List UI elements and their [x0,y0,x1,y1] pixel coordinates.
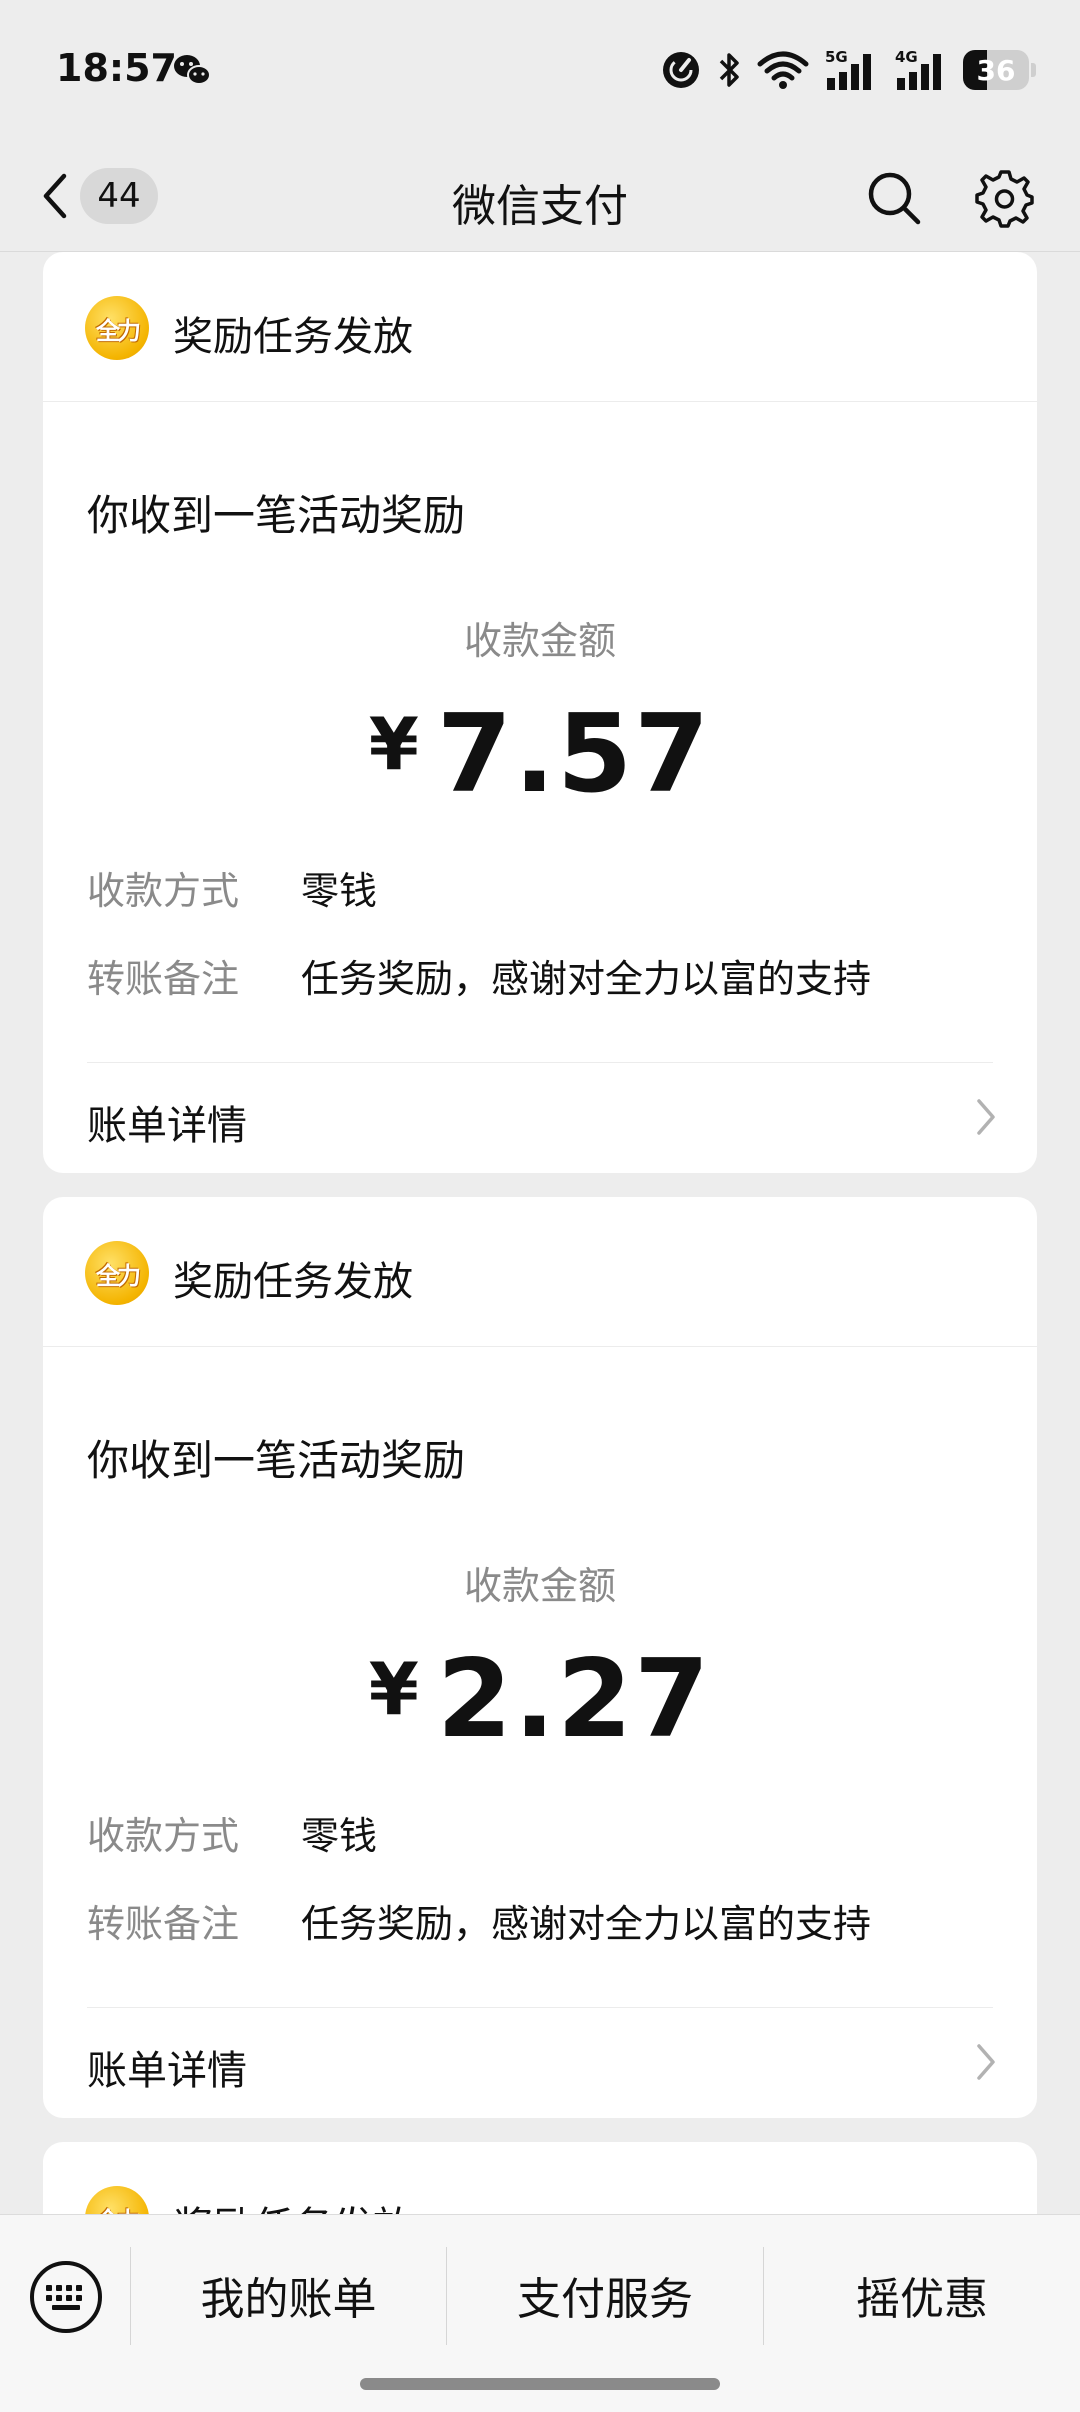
amount-label: 收款金额 [463,1564,616,1608]
signal-4g-label: 4G [895,48,918,66]
info-row-method: 收款方式 零钱 [87,860,993,916]
card-headline: 你收到一笔活动奖励 [87,491,466,540]
amount-number: 7.57 [436,692,712,817]
menu-shake-deals[interactable]: 摇优惠 [764,2245,1080,2345]
info-value: 任务奖励，感谢对全力以富的支持 [301,1902,872,1946]
bill-details-link[interactable]: 账单详情 [43,1063,1037,1173]
card-header: 全力 奖励任务发放 [43,252,1037,402]
payment-card: 全力 奖励任务发放 你收到一笔活动奖励 收款金额 ¥2.27 收款方式 零钱 转… [43,1197,1037,2118]
battery-icon: 36 [963,50,1029,90]
menu-payment-services[interactable]: 支付服务 [447,2245,763,2345]
payment-card: 全力 奖励任务发放 [43,2142,1037,2214]
card-header: 全力 奖励任务发放 [43,1197,1037,1347]
bill-details-label: 账单详情 [87,2048,247,2094]
card-header: 全力 奖励任务发放 [43,2142,1037,2214]
reward-logo-icon: 全力 [85,2186,149,2214]
card-headline: 你收到一笔活动奖励 [87,1436,466,1485]
bluetooth-icon [719,53,739,87]
chevron-right-icon [977,1099,995,1135]
card-source-name: 奖励任务发放 [173,1259,413,1305]
info-row-method: 收款方式 零钱 [87,1805,993,1861]
info-value: 零钱 [301,869,378,913]
signal-5g-icon: 5G [825,48,871,90]
info-value: 任务奖励，感谢对全力以富的支持 [301,957,872,1001]
reward-logo-icon: 全力 [85,296,149,360]
status-bar: 18:57 5G 4G 36 [0,0,1080,140]
battery-level: 36 [976,53,1016,87]
wechat-icon [174,55,211,85]
info-key: 收款方式 [87,869,240,913]
currency-symbol: ¥ [368,1647,421,1731]
signal-5g-label: 5G [825,48,848,66]
status-time: 18:57 [56,46,177,90]
home-indicator[interactable] [360,2378,720,2390]
message-feed[interactable]: 全力 奖励任务发放 你收到一笔活动奖励 收款金额 ¥7.57 收款方式 零钱 转… [0,252,1080,2214]
payment-card: 全力 奖励任务发放 你收到一笔活动奖励 收款金额 ¥7.57 收款方式 零钱 转… [43,252,1037,1173]
currency-symbol: ¥ [368,702,421,786]
settings-icon[interactable] [974,168,1034,228]
card-source-name: 奖励任务发放 [173,2194,413,2214]
battery-tip [1031,63,1036,77]
nav-bar: 44 微信支付 [0,140,1080,252]
data-saver-icon [663,52,699,88]
amount-number: 2.27 [436,1637,712,1762]
reward-logo-icon: 全力 [85,1241,149,1305]
info-row-note: 转账备注 任务奖励，感谢对全力以富的支持 [87,948,993,1004]
info-key: 转账备注 [87,957,240,1001]
bill-details-link[interactable]: 账单详情 [43,2008,1037,2118]
info-value: 零钱 [301,1814,378,1858]
wifi-icon [757,51,809,89]
chevron-right-icon [977,2044,995,2080]
bill-details-label: 账单详情 [87,1103,247,1149]
status-icons: 5G 4G 36 [661,48,1036,92]
info-key: 转账备注 [87,1902,240,1946]
keyboard-icon[interactable] [28,2259,104,2335]
info-key: 收款方式 [87,1814,240,1858]
search-icon[interactable] [866,170,922,226]
info-row-note: 转账备注 任务奖励，感谢对全力以富的支持 [87,1893,993,1949]
menu-my-bills[interactable]: 我的账单 [131,2245,446,2345]
amount-value: ¥2.27 [43,1637,1037,1762]
card-source-name: 奖励任务发放 [173,314,413,360]
signal-4g-icon: 4G [895,48,941,90]
amount-value: ¥7.57 [43,692,1037,817]
amount-label: 收款金额 [463,619,616,663]
